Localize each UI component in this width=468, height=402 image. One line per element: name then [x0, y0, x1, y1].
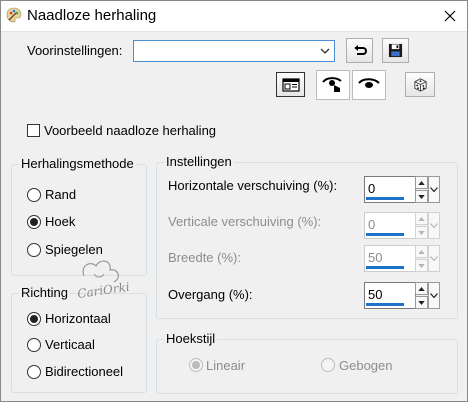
paint-palette-icon [6, 7, 22, 23]
vertical-offset-value: 0 [368, 217, 376, 232]
horizontal-offset-stepper[interactable] [415, 176, 428, 203]
chevron-down-icon [430, 256, 438, 261]
spin-up-icon[interactable] [415, 212, 428, 225]
horizontal-offset-label: Horizontale verschuiving (%): [168, 178, 338, 193]
chevron-down-icon [430, 293, 438, 298]
width-level-bar [366, 266, 404, 269]
radio-bidirectioneel-label: Bidirectioneel [45, 364, 124, 379]
radio-lineair-label: Lineair [206, 358, 246, 373]
radio-horizontaal[interactable] [27, 312, 41, 326]
horizontal-offset-input[interactable]: 0 [364, 176, 416, 203]
radio-hoek[interactable] [27, 215, 41, 229]
spin-up-icon[interactable] [415, 245, 428, 258]
spin-down-icon[interactable] [415, 259, 428, 272]
vertical-offset-input[interactable]: 0 [364, 212, 416, 239]
transition-value: 50 [368, 287, 383, 302]
transition-label: Overgang (%): [168, 287, 253, 302]
width-dropdown[interactable] [428, 245, 440, 272]
radio-gebogen[interactable] [321, 358, 335, 372]
radio-selected-dot [30, 218, 38, 226]
repeat-method-title: Herhalingsmethode [19, 156, 136, 171]
save-preset-button[interactable] [382, 38, 409, 63]
direction-title: Richting [19, 285, 70, 300]
chevron-down-icon [430, 223, 438, 228]
chevron-down-icon[interactable] [318, 43, 332, 59]
reset-preset-button[interactable] [346, 38, 373, 63]
vertical-offset-dropdown[interactable] [428, 212, 440, 239]
eye-proof-icon [322, 77, 342, 92]
radio-rand-label: Rand [45, 187, 77, 202]
eye-preview-icon [358, 78, 380, 88]
chevron-down-icon [430, 187, 438, 192]
radio-hoek-label: Hoek [45, 214, 76, 229]
watermark-logo: CariOrki [64, 254, 146, 304]
radio-rand[interactable] [27, 188, 41, 202]
radio-lineair[interactable] [189, 358, 203, 372]
width-input[interactable]: 50 [364, 245, 416, 272]
vertical-offset-level-bar [366, 233, 404, 236]
horizontal-offset-level-bar [366, 197, 404, 200]
vertical-offset-stepper[interactable] [415, 212, 428, 239]
horizontal-offset-value: 0 [368, 181, 376, 196]
radio-horizontaal-label: Horizontaal [45, 311, 111, 326]
transition-dropdown[interactable] [428, 282, 440, 309]
spin-down-icon[interactable] [415, 226, 428, 239]
radio-verticaal-label: Verticaal [45, 337, 95, 352]
radio-bidirectioneel[interactable] [27, 365, 41, 379]
proof-toggle-button[interactable] [316, 70, 350, 100]
window-toggle-icon [281, 77, 300, 92]
floppy-disk-icon [388, 43, 403, 58]
close-button[interactable] [432, 0, 468, 31]
corner-style-title: Hoekstijl [164, 331, 218, 346]
preview-checkbox[interactable] [27, 124, 40, 137]
radio-spiegelen[interactable] [27, 243, 41, 257]
spin-up-icon[interactable] [415, 176, 428, 189]
radio-verticaal[interactable] [27, 338, 41, 352]
radio-selected-dot [30, 315, 38, 323]
preview-toggle-button[interactable] [352, 70, 386, 100]
radio-gebogen-label: Gebogen [339, 358, 393, 373]
dice-randomize-icon [413, 78, 427, 92]
spin-up-icon[interactable] [415, 282, 428, 295]
horizontal-offset-dropdown[interactable] [428, 176, 440, 203]
radio-selected-dot [192, 361, 200, 369]
close-icon [444, 10, 456, 21]
spin-down-icon[interactable] [415, 190, 428, 203]
randomize-button[interactable] [405, 72, 435, 97]
transition-level-bar [366, 303, 404, 306]
window-toggle-button[interactable] [276, 72, 305, 97]
transition-input[interactable]: 50 [364, 282, 416, 309]
reset-arrow-icon [354, 44, 367, 55]
width-stepper[interactable] [415, 245, 428, 272]
presets-label: Voorinstellingen: [27, 43, 123, 58]
preview-checkbox-label: Voorbeeld naadloze herhaling [44, 123, 217, 138]
spin-down-icon[interactable] [415, 296, 428, 309]
presets-dropdown[interactable] [133, 40, 335, 62]
width-label: Breedte (%): [168, 250, 241, 265]
window-title: Naadloze herhaling [27, 7, 157, 24]
width-value: 50 [368, 250, 383, 265]
watermark-text: CariOrki [76, 280, 130, 301]
transition-stepper[interactable] [415, 282, 428, 309]
settings-title: Instellingen [164, 154, 234, 169]
vertical-offset-label: Verticale verschuiving (%): [168, 214, 322, 229]
